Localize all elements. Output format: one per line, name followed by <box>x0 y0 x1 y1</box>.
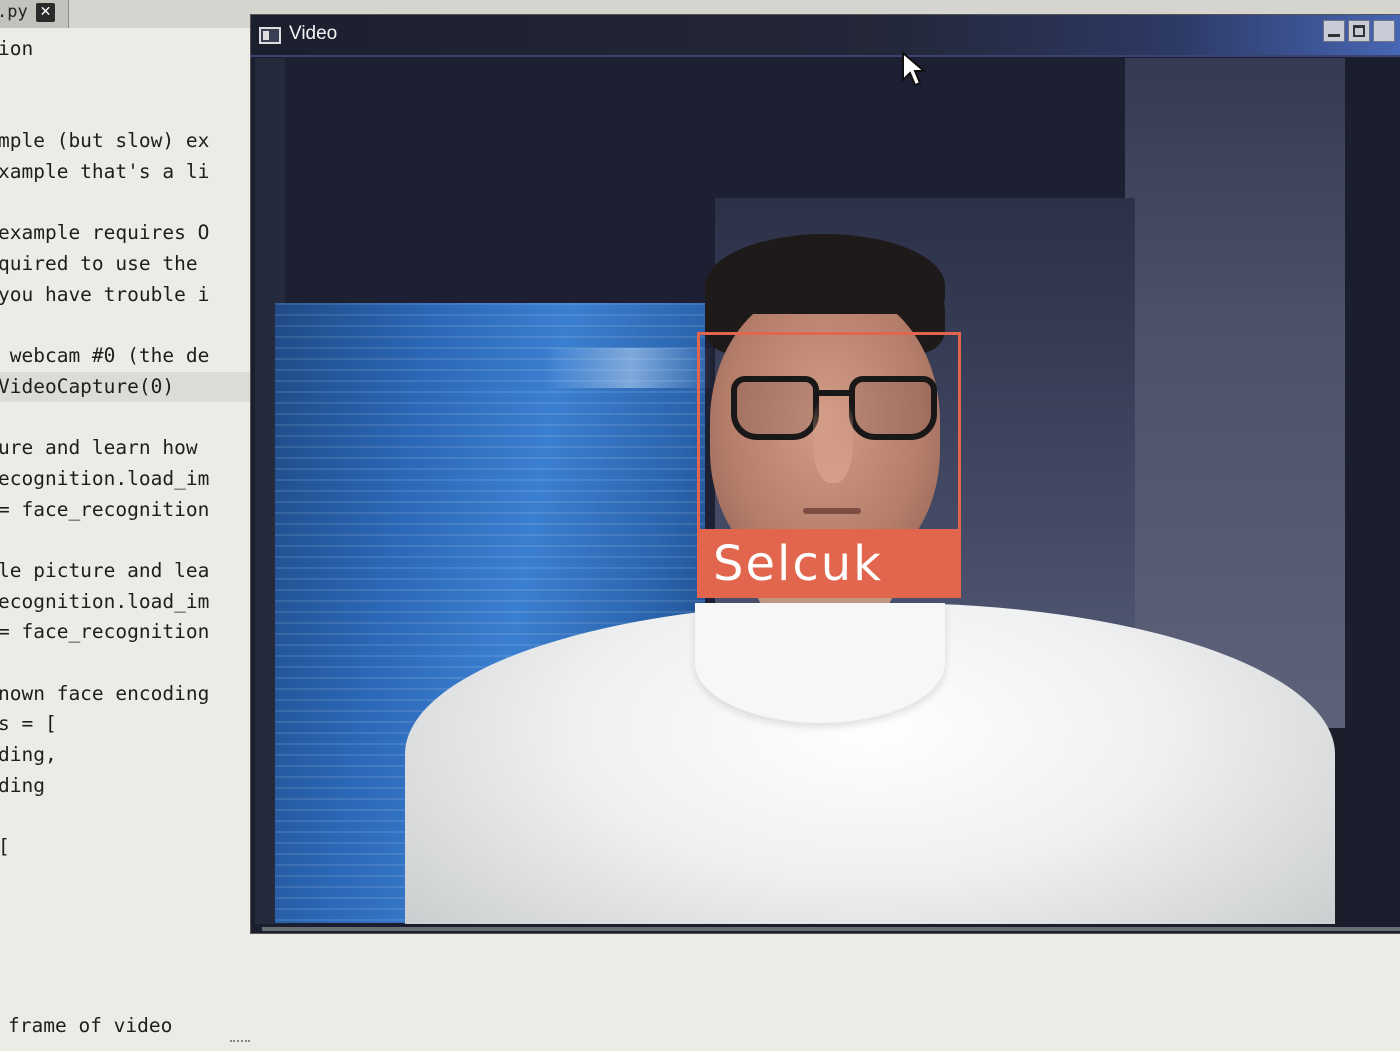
code-line: example requires O <box>0 221 210 245</box>
editor-tab[interactable]: .py ✕ <box>0 0 69 28</box>
editor-tab-label: .py <box>0 2 28 22</box>
code-line: VideoCapture(0) <box>0 371 260 402</box>
close-icon[interactable]: ✕ <box>36 3 55 22</box>
code-line: nown face encoding <box>0 681 210 705</box>
code-line: quired to use the <box>0 251 210 275</box>
code-line: webcam #0 (the de <box>0 344 210 367</box>
video-frame: Selcuk <box>255 58 1345 924</box>
code-line: xample that's a li <box>0 159 210 183</box>
window-titlebar[interactable]: Video <box>251 15 1400 57</box>
minimize-button[interactable] <box>1323 20 1345 42</box>
code-line: ding <box>0 773 45 797</box>
shirt-collar <box>695 603 945 723</box>
code-line: [ <box>0 832 10 862</box>
code-line: ecognition.load_im <box>0 589 210 613</box>
window-app-icon <box>259 27 281 44</box>
face-detection-box <box>697 332 961 532</box>
face-name-label: Selcuk <box>697 532 961 598</box>
code-line: ion <box>0 37 34 60</box>
code-line: you have trouble i <box>0 282 210 306</box>
code-line: mple (but slow) ex <box>0 129 210 153</box>
code-line: ecognition.load_im <box>0 466 210 490</box>
code-fragment <box>230 1040 250 1046</box>
blinds-highlight <box>545 348 715 388</box>
recognized-name: Selcuk <box>713 536 883 592</box>
code-line: s = [ <box>0 712 57 736</box>
code-line: le picture and lea <box>0 558 210 582</box>
window-title: Video <box>289 23 338 44</box>
code-line: ding, <box>0 743 57 767</box>
window-bottom-border <box>262 927 1400 931</box>
code-line: = face_recognition <box>0 497 210 521</box>
code-area[interactable]: ion mple (but slow) ex xample that's a li e… <box>0 34 260 1051</box>
code-line: ure and learn how <box>0 436 210 460</box>
code-line-bottom: frame of video <box>8 1014 173 1037</box>
maximize-button[interactable] <box>1348 20 1370 42</box>
close-button[interactable] <box>1373 20 1395 42</box>
code-line: = face_recognition <box>0 620 210 644</box>
